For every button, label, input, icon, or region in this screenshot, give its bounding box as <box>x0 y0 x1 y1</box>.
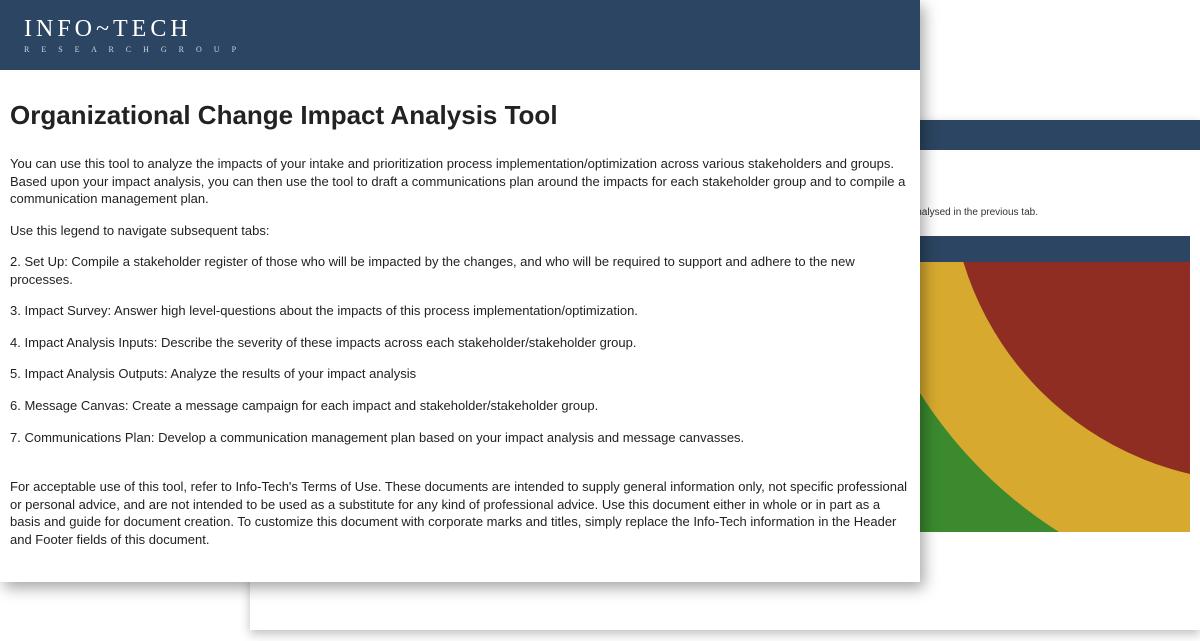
page-title: Organizational Change Impact Analysis To… <box>10 98 910 133</box>
legend-item-4: 4. Impact Analysis Inputs: Describe the … <box>10 334 910 352</box>
brand-logo: INFO~TECH <box>24 16 241 43</box>
foreground-card: INFO~TECH R E S E A R C H G R O U P Orga… <box>0 0 920 582</box>
legend-intro: Use this legend to navigate subsequent t… <box>10 222 910 240</box>
legend-item-7: 7. Communications Plan: Develop a commun… <box>10 429 910 447</box>
disclaimer-paragraph: For acceptable use of this tool, refer t… <box>10 478 910 548</box>
brand-header: INFO~TECH R E S E A R C H G R O U P <box>0 0 920 70</box>
legend-item-6: 6. Message Canvas: Create a message camp… <box>10 397 910 415</box>
intro-paragraph: You can use this tool to analyze the imp… <box>10 155 910 208</box>
tilde-icon: ~ <box>96 16 113 42</box>
legend-item-3: 3. Impact Survey: Answer high level-ques… <box>10 302 910 320</box>
legend-item-5: 5. Impact Analysis Outputs: Analyze the … <box>10 365 910 383</box>
legend-item-2: 2. Set Up: Compile a stakeholder registe… <box>10 253 910 288</box>
document-body: Organizational Change Impact Analysis To… <box>0 70 920 582</box>
brand-tagline: R E S E A R C H G R O U P <box>24 45 241 54</box>
